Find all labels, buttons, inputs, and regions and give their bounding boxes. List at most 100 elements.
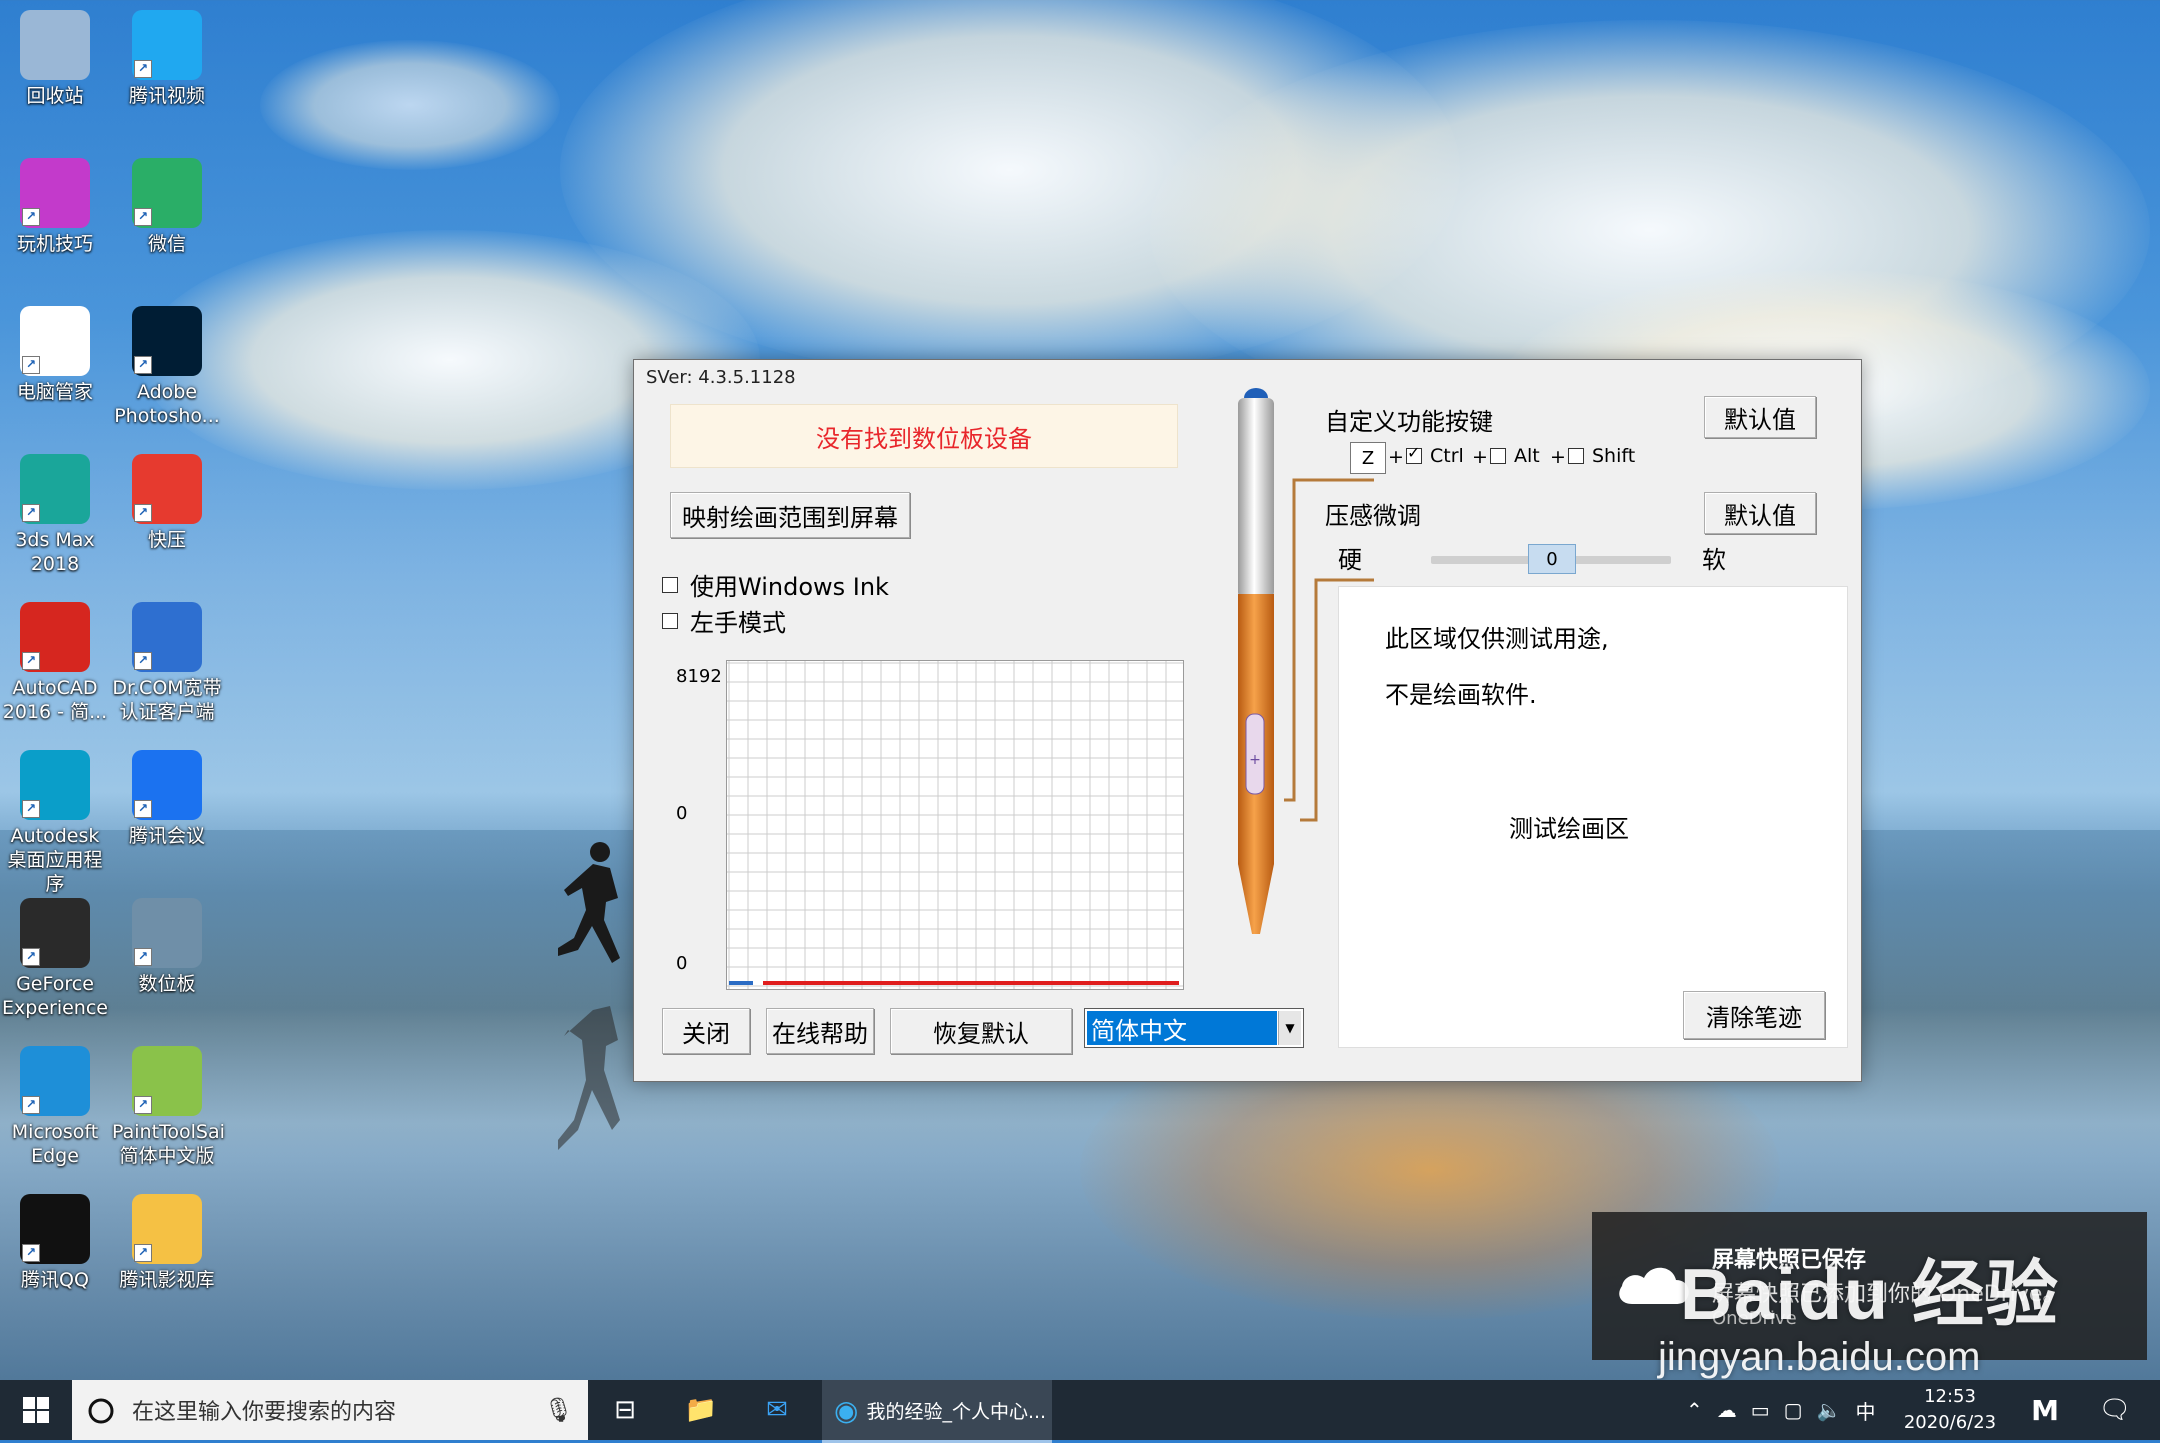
desktop-icon-label: 腾讯视频: [128, 85, 205, 107]
desktop-icon[interactable]: ↗ 3ds Max 2018: [0, 454, 110, 576]
ctrl-label: Ctrl: [1430, 445, 1464, 467]
chevron-down-icon[interactable]: ▼: [1278, 1011, 1301, 1045]
desktop-icon-label: Dr.COM宽带认证客户端: [112, 677, 222, 723]
runner-silhouette: [558, 842, 620, 963]
desktop-icon-label: 3ds Max 2018: [15, 529, 95, 575]
windows-ink-box[interactable]: [662, 576, 678, 593]
version-label: SVer: 4.3.5.1128: [646, 367, 796, 388]
ime-indicator[interactable]: 中: [1855, 1396, 1875, 1425]
desktop-icon[interactable]: ↗ PaintToolSai 简体中文版: [112, 1046, 225, 1168]
map-to-screen-button[interactable]: 映射绘画范围到屏幕: [670, 492, 910, 538]
volume-icon[interactable]: 🔈: [1817, 1398, 1842, 1422]
battery-icon[interactable]: ▭: [1751, 1398, 1770, 1422]
taskbar-app-edge[interactable]: ◉ 我的经验_个人中心...: [822, 1380, 1052, 1443]
shortcut-arrow-icon: ↗: [134, 1244, 152, 1262]
desktop-icon[interactable]: ↗ 微信: [112, 158, 222, 256]
language-value: 简体中文: [1087, 1011, 1277, 1045]
desktop-icon[interactable]: ↗ GeForce Experience: [0, 898, 110, 1020]
online-help-button[interactable]: 在线帮助: [766, 1008, 874, 1054]
network-icon[interactable]: ▢: [1784, 1398, 1803, 1422]
desktop-icon[interactable]: ↗ 腾讯影视库: [112, 1194, 222, 1292]
pressure-grid: [727, 661, 1186, 989]
kuaiya-icon: ↗: [132, 454, 202, 524]
chevron-up-icon[interactable]: ⌃: [1686, 1398, 1703, 1422]
desktop-icon[interactable]: ↗ 玩机技巧: [0, 158, 110, 256]
soft-label: 软: [1702, 546, 1726, 574]
windows-ink-checkbox[interactable]: 使用Windows Ink: [662, 567, 889, 602]
windows-ink-label: 使用Windows Ink: [690, 573, 889, 601]
desktop-icon-label: Autodesk 桌面应用程序: [7, 825, 103, 895]
desktop-icon[interactable]: ↗ AutoCAD 2016 - 简...: [0, 602, 110, 724]
ctrl-box[interactable]: [1406, 443, 1422, 464]
onedrive-tray-icon[interactable]: ☁: [1717, 1398, 1737, 1422]
clock[interactable]: 12:53 2020/6/23: [1890, 1384, 2010, 1436]
microphone-icon[interactable]: 🎙: [544, 1396, 574, 1424]
desktop-icon[interactable]: ↗ 数位板: [112, 898, 222, 996]
desktop-icon-label: Microsoft Edge: [11, 1121, 99, 1167]
pressure-slider-thumb[interactable]: 0: [1528, 544, 1576, 574]
graph-y-max: 8192: [676, 666, 722, 687]
alt-checkbox[interactable]: Alt: [1490, 445, 1540, 467]
left-hand-label: 左手模式: [690, 609, 786, 637]
shift-box[interactable]: [1568, 448, 1584, 464]
desktop-icon-label: 微信: [147, 233, 186, 255]
file-explorer-icon[interactable]: 📁: [666, 1380, 736, 1440]
shortcut-arrow-icon: ↗: [134, 208, 152, 226]
restore-defaults-button[interactable]: 恢复默认: [890, 1008, 1072, 1054]
desktop-icon[interactable]: ↗ 腾讯QQ: [0, 1194, 110, 1292]
notification-center-icon[interactable]: 🗨: [2080, 1380, 2150, 1440]
desktop-icon-label: 腾讯QQ: [21, 1269, 89, 1291]
tablet-settings-dialog: SVer: 4.3.5.1128 没有找到数位板设备 映射绘画范围到屏幕 使用W…: [633, 359, 1862, 1082]
left-hand-box[interactable]: [662, 612, 678, 629]
taskbar-app-title: 我的经验_个人中心...: [866, 1400, 1047, 1423]
desktop-icon[interactable]: ↗ 腾讯会议: [112, 750, 222, 848]
desktop-icon[interactable]: ↗ Microsoft Edge: [0, 1046, 110, 1168]
desktop-icon-label: 电脑管家: [16, 381, 93, 403]
pressure-graph: [726, 660, 1186, 990]
desktop-icon-label: GeForce Experience: [2, 973, 108, 1019]
system-tray: ⌃ ☁ ▭ ▢ 🔈 中: [1686, 1380, 1875, 1440]
ctrl-checkbox[interactable]: Ctrl: [1406, 443, 1464, 467]
desktop-icon[interactable]: ↗ 腾讯视频: [112, 10, 222, 108]
pc-manager-tray-icon[interactable]: M: [2010, 1380, 2080, 1440]
mail-icon[interactable]: ✉: [742, 1380, 812, 1440]
custom-key-label: 自定义功能按键: [1325, 408, 1493, 436]
desktop-icon-label: 回收站: [26, 85, 84, 107]
plus-sign: +: [1550, 446, 1566, 468]
desktop-icon[interactable]: ↗ Autodesk 桌面应用程序: [0, 750, 110, 896]
search-icon: [88, 1398, 114, 1424]
test-area-label: 测试绘画区: [1509, 815, 1629, 843]
start-button[interactable]: [0, 1380, 72, 1440]
desktop-icon[interactable]: ↗ 快压: [112, 454, 222, 552]
desktop-icon[interactable]: ↗ Dr.COM宽带认证客户端: [112, 602, 222, 724]
task-view-icon[interactable]: ⊟: [590, 1380, 660, 1440]
desktop-icon[interactable]: ↗ 电脑管家: [0, 306, 110, 404]
desktop-icon[interactable]: 回收站: [0, 10, 110, 108]
hard-label: 硬: [1338, 546, 1362, 574]
shortcut-arrow-icon: ↗: [22, 208, 40, 226]
desktop-icon[interactable]: ↗ Adobe Photosho...: [112, 306, 222, 428]
language-select[interactable]: 简体中文 ▼: [1084, 1008, 1304, 1048]
alt-box[interactable]: [1490, 448, 1506, 464]
desktop-icon-label: Adobe Photosho...: [114, 381, 220, 427]
default-pressure-button[interactable]: 默认值: [1704, 492, 1816, 534]
shortcut-arrow-icon: ↗: [134, 652, 152, 670]
left-hand-checkbox[interactable]: 左手模式: [662, 603, 786, 638]
desktop-icon-label: PaintToolSai 简体中文版: [112, 1121, 225, 1167]
desktop-icon-label: 腾讯影视库: [119, 1269, 215, 1291]
shortcut-key-field[interactable]: Z: [1350, 442, 1386, 474]
close-button[interactable]: 关闭: [662, 1008, 750, 1054]
device-not-found-message: 没有找到数位板设备: [670, 404, 1178, 468]
default-keys-button[interactable]: 默认值: [1704, 396, 1816, 438]
plus-sign: +: [1472, 446, 1488, 468]
test-drawing-area[interactable]: 此区域仅供测试用途, 不是绘画软件. 测试绘画区 清除笔迹: [1338, 586, 1848, 1048]
tablet-icon: ↗: [132, 898, 202, 968]
search-box[interactable]: 在这里输入你要搜索的内容 🎙: [72, 1380, 588, 1440]
wechat-icon: ↗: [132, 158, 202, 228]
shift-checkbox[interactable]: Shift: [1568, 445, 1635, 467]
graph-y-mid: 0: [676, 803, 688, 824]
clear-strokes-button[interactable]: 清除笔迹: [1683, 991, 1825, 1039]
pressure-adjust-label: 压感微调: [1325, 502, 1421, 530]
desktop-icon-label: 玩机技巧: [16, 233, 93, 255]
test-note-line2: 不是绘画软件.: [1385, 681, 1537, 709]
